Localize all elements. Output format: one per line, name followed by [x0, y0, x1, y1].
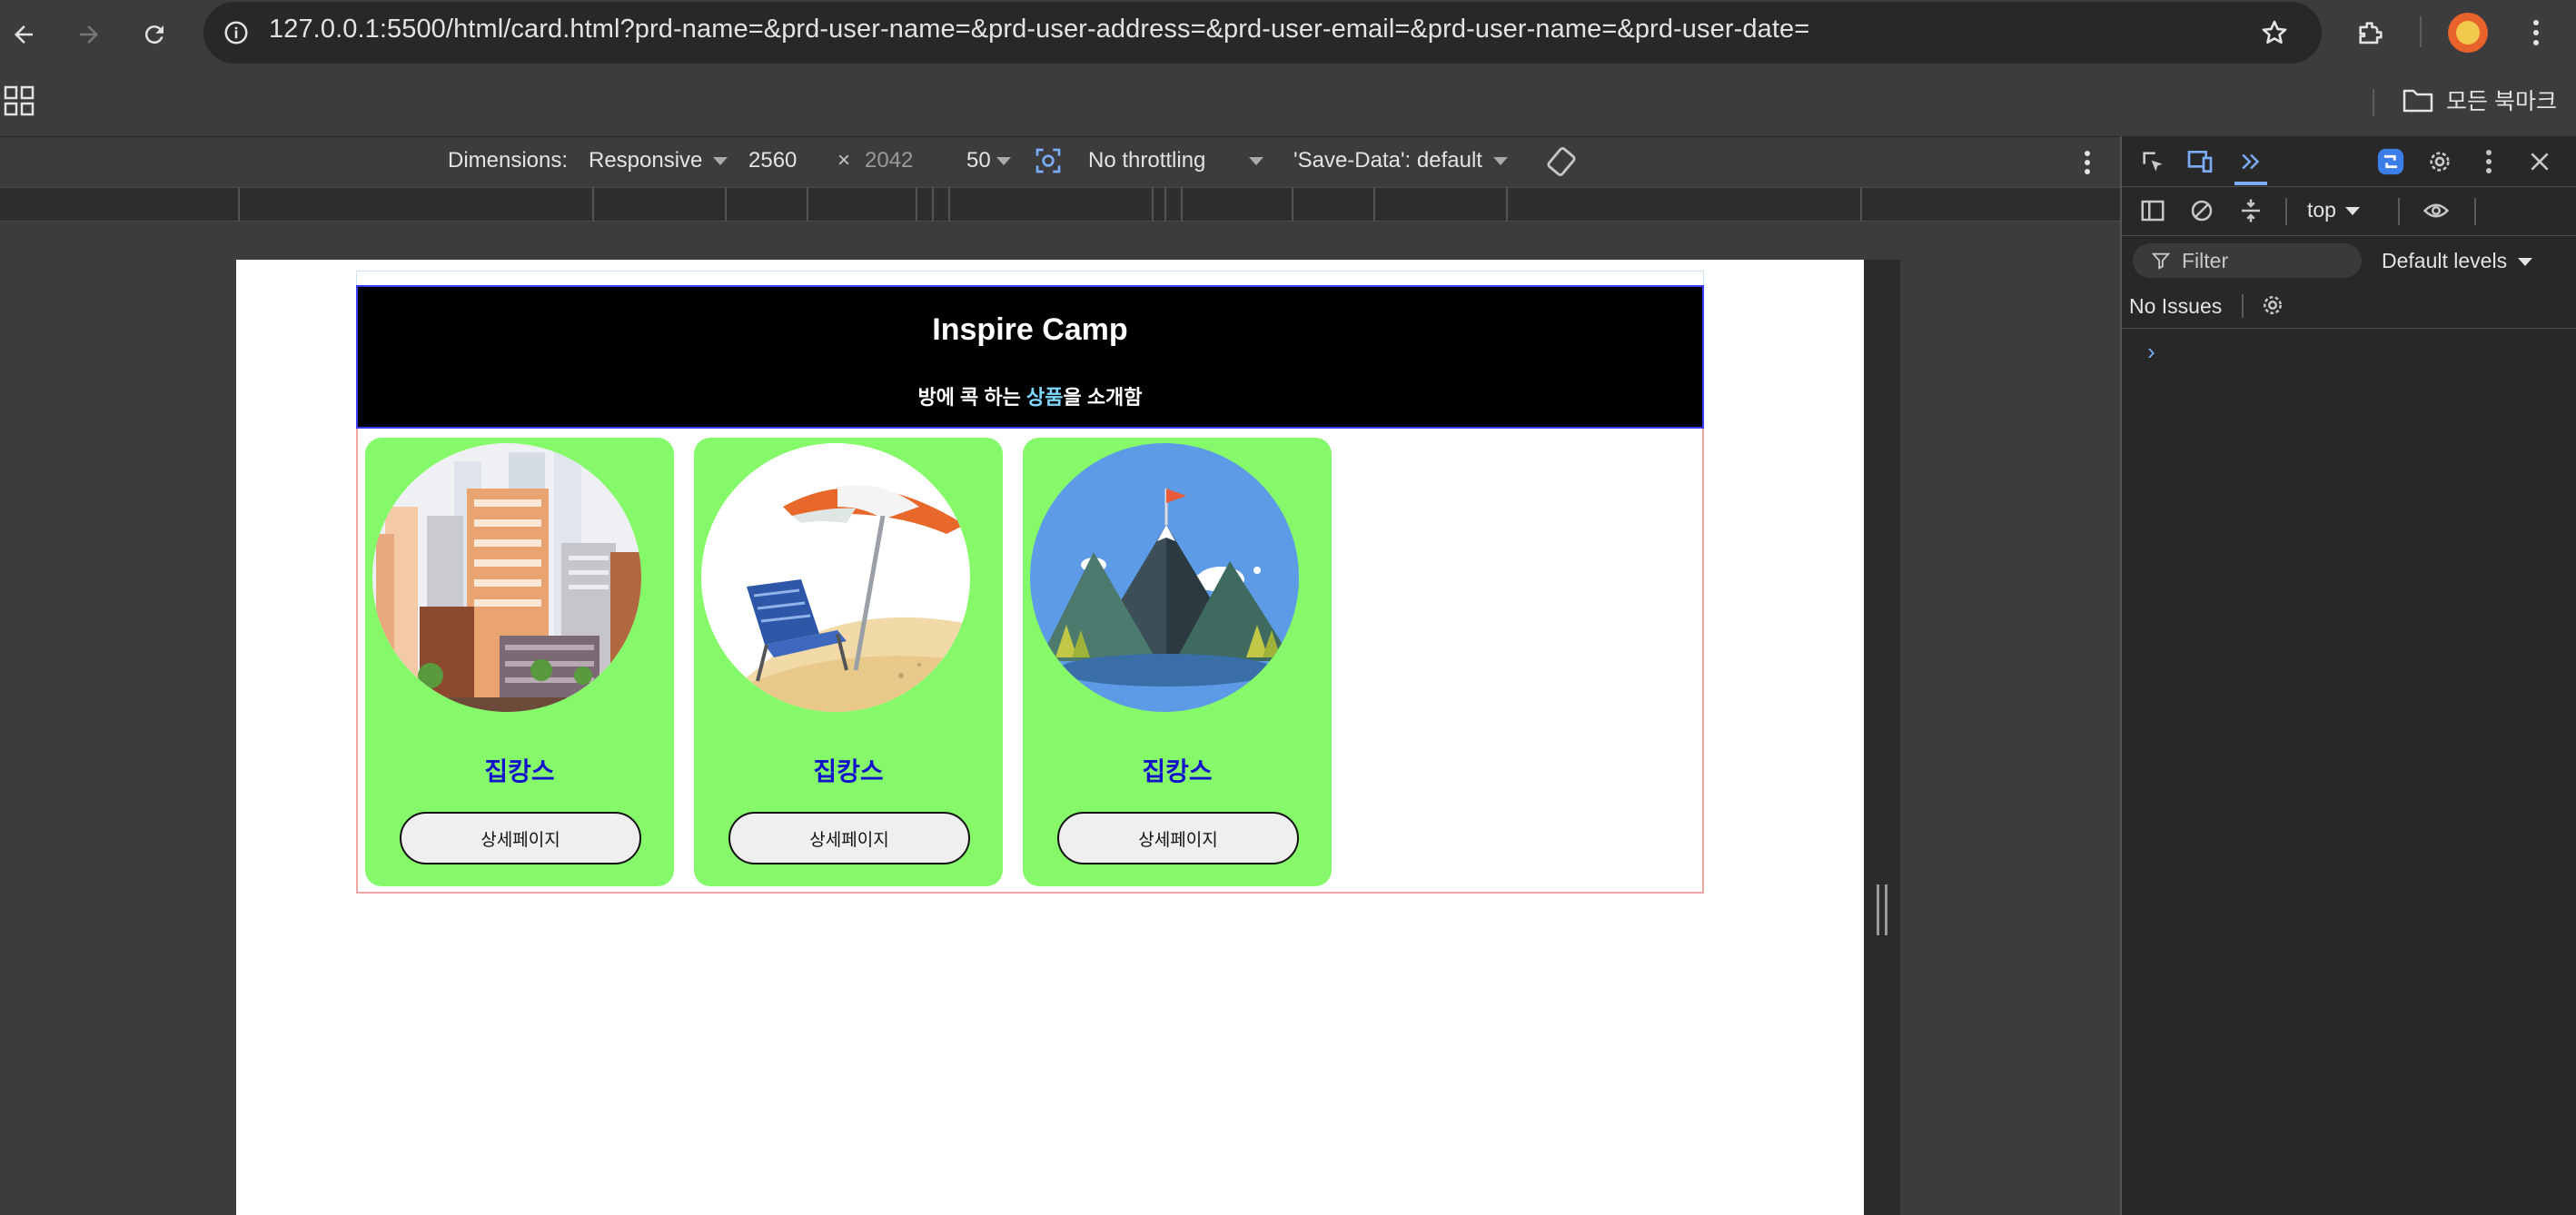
bookmarks-divider	[2373, 89, 2374, 116]
toolbar-divider	[2420, 16, 2422, 47]
all-bookmarks-button[interactable]: 모든 북마크	[2403, 82, 2557, 118]
site-header: Inspire Camp 방에 콕 하는 상품을 소개함	[356, 285, 1704, 429]
dimensions-mode-select[interactable]: Responsive	[589, 148, 728, 173]
mountain-illustration	[1030, 443, 1299, 712]
browser-toolbar: 127.0.0.1:5500/html/card.html?prd-name=&…	[0, 0, 2576, 136]
site-info-icon[interactable]	[218, 15, 254, 51]
issues-row: No Issues	[2122, 283, 2576, 329]
card-title: 집캉스	[813, 757, 884, 785]
url-text[interactable]: 127.0.0.1:5500/html/card.html?prd-name=&…	[269, 15, 1809, 44]
site-title: Inspire Camp	[932, 312, 1128, 347]
context-select[interactable]: top	[2307, 198, 2360, 222]
toolbar-divider	[2474, 198, 2476, 225]
chevron-down-icon	[2518, 258, 2533, 267]
rendered-page: Inspire Camp 방에 콕 하는 상품을 소개함 집캉스 상세페이지 집…	[236, 260, 1864, 1215]
zoom-value: 50	[966, 148, 991, 173]
bookmarks-bar: 모든 북마크	[0, 73, 2576, 134]
dimensions-label: Dimensions:	[448, 148, 569, 173]
save-data-select[interactable]: 'Save-Data': default	[1293, 148, 1508, 173]
collapse-icon[interactable]	[2234, 194, 2267, 227]
back-arrow-icon	[15, 25, 33, 44]
site-subtitle: 방에 콕 하는 상품을 소개함	[358, 381, 1702, 410]
chevron-down-icon	[713, 157, 728, 166]
card-title: 집캉스	[1142, 757, 1213, 785]
profile-avatar[interactable]	[2448, 13, 2488, 53]
chevron-down-icon	[1492, 157, 1508, 166]
viewport-gutter	[1864, 260, 1900, 1215]
city-illustration	[372, 443, 641, 712]
chevron-down-icon	[996, 157, 1011, 166]
chrome-menu-icon[interactable]	[2516, 11, 2556, 54]
sync-badge-icon[interactable]	[2374, 145, 2407, 178]
filter-icon	[2151, 252, 2171, 270]
width-input[interactable]: 2560	[748, 148, 797, 173]
toolbar-divider	[2285, 198, 2287, 225]
inspect-element-icon[interactable]	[2136, 145, 2169, 178]
toolbar-divider	[2398, 198, 2400, 225]
times-sign: ×	[837, 148, 851, 173]
issues-divider	[2242, 294, 2244, 318]
active-tab-indicator	[2234, 182, 2267, 185]
context-value: top	[2307, 198, 2336, 222]
log-levels-select[interactable]: Default levels	[2382, 249, 2533, 273]
card-title: 집캉스	[484, 757, 555, 785]
filter-row: Filter Default levels	[2122, 236, 2576, 283]
detail-page-button[interactable]: 상세페이지	[400, 812, 641, 864]
sidebar-toggle-icon[interactable]	[2136, 194, 2169, 227]
device-toggle-icon[interactable]	[2184, 145, 2216, 178]
capture-screenshot-icon[interactable]	[1034, 146, 1063, 182]
viewport-resize-handle[interactable]	[1877, 884, 1887, 935]
console-toolbar: top	[2122, 187, 2576, 236]
product-list: 집캉스 상세페이지 집캉스 상세페이지 집캉스 상세페이지	[356, 429, 1704, 894]
issues-count[interactable]: No Issues	[2129, 294, 2222, 319]
bookmark-star-icon[interactable]	[2254, 13, 2294, 53]
rotate-icon[interactable]	[1544, 144, 1579, 185]
subtitle-highlight: 상품	[1025, 386, 1064, 409]
apps-grid-icon[interactable]	[4, 85, 35, 116]
filter-placeholder: Filter	[2182, 248, 2229, 272]
address-bar[interactable]: 127.0.0.1:5500/html/card.html?prd-name=&…	[203, 2, 2322, 64]
subtitle-post: 을 소개함	[1063, 386, 1143, 409]
devtools-panel: top Filter Default levels No Issues ›	[2120, 136, 2576, 1215]
back-button[interactable]	[0, 11, 47, 58]
reload-icon	[144, 25, 163, 44]
product-card: 집캉스 상세페이지	[365, 438, 674, 886]
all-bookmarks-label: 모든 북마크	[2446, 89, 2557, 114]
throttling-value: No throttling	[1088, 148, 1206, 173]
chevron-down-icon	[1249, 157, 1264, 166]
more-tabs-icon[interactable]	[2234, 145, 2267, 178]
beach-illustration	[701, 443, 970, 712]
reload-button[interactable]	[131, 11, 178, 58]
height-input[interactable]: 2042	[865, 148, 913, 173]
console-filter-input[interactable]: Filter	[2133, 243, 2362, 278]
folder-icon	[2403, 89, 2433, 113]
clear-console-icon[interactable]	[2185, 194, 2218, 227]
detail-page-button[interactable]: 상세페이지	[1057, 812, 1299, 864]
subtitle-pre: 방에 콕 하는	[917, 386, 1026, 409]
close-icon[interactable]	[2523, 145, 2556, 178]
device-toolbar-more-icon[interactable]	[2076, 146, 2098, 179]
console-prompt[interactable]: ›	[2147, 338, 2155, 366]
dimensions-mode-value: Responsive	[589, 148, 703, 173]
device-toolbar: Dimensions: Responsive 2560 × 2042 50 No…	[0, 136, 2120, 187]
settings-gear-icon[interactable]	[2423, 145, 2456, 178]
save-data-value: 'Save-Data': default	[1293, 148, 1482, 173]
log-levels-value: Default levels	[2382, 249, 2508, 272]
console-settings-gear-icon[interactable]	[2256, 289, 2289, 321]
zoom-select[interactable]: 50	[966, 148, 1011, 173]
extensions-puzzle-icon[interactable]	[2348, 11, 2393, 56]
devtools-menu-icon[interactable]	[2472, 145, 2505, 178]
throttling-select[interactable]: No throttling	[1088, 148, 1264, 173]
media-query-ruler[interactable]	[0, 187, 2120, 222]
product-card: 집캉스 상세페이지	[1023, 438, 1332, 886]
detail-page-button[interactable]: 상세페이지	[728, 812, 970, 864]
live-expression-eye-icon[interactable]	[2420, 194, 2452, 227]
product-card: 집캉스 상세페이지	[694, 438, 1003, 886]
forward-button[interactable]	[65, 11, 113, 58]
forward-arrow-icon	[80, 25, 98, 44]
chevron-down-icon	[2344, 207, 2360, 216]
devtools-tabbar	[2122, 136, 2576, 187]
